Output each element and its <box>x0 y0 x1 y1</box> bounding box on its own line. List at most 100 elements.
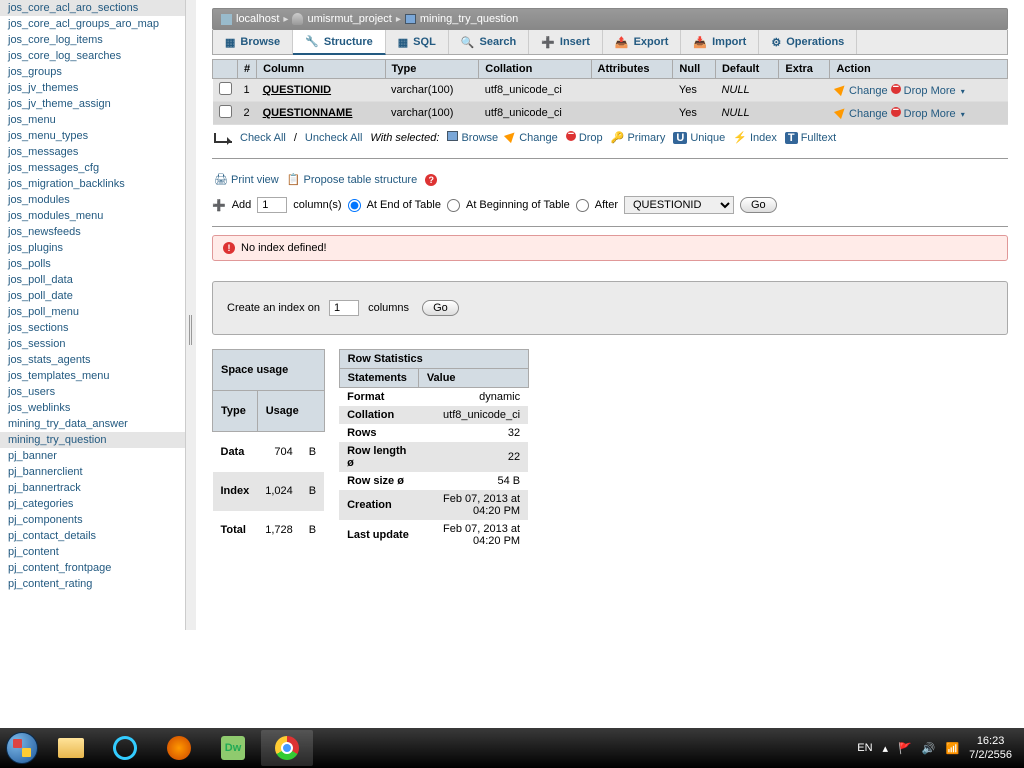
dreamweaver-taskbar-button[interactable]: Dw <box>207 730 259 766</box>
sidebar-item[interactable]: jos_core_log_searches <box>0 48 185 64</box>
volume-icon[interactable]: 🔊 <box>922 742 936 755</box>
sidebar-item[interactable]: pj_content_frontpage <box>0 560 185 576</box>
sidebar-item[interactable]: pj_bannerclient <box>0 464 185 480</box>
chrome-taskbar-button[interactable] <box>261 730 313 766</box>
tray-chevron-icon[interactable]: ▴ <box>883 742 889 755</box>
sidebar-item[interactable]: jos_jv_themes <box>0 80 185 96</box>
sidebar-item[interactable]: pj_categories <box>0 496 185 512</box>
more-link[interactable]: More <box>931 85 965 97</box>
more-link[interactable]: More <box>931 108 965 120</box>
sidebar-item[interactable]: jos_newsfeeds <box>0 224 185 240</box>
sidebar-item[interactable]: jos_migration_backlinks <box>0 176 185 192</box>
sidebar-item[interactable]: jos_poll_menu <box>0 304 185 320</box>
at-end-radio[interactable] <box>348 199 361 212</box>
sidebar-item[interactable]: pj_bannertrack <box>0 480 185 496</box>
tab-export[interactable]: 📤Export <box>603 30 682 54</box>
network-icon[interactable]: 📶 <box>945 742 959 755</box>
tab-browse[interactable]: ▦Browse <box>213 30 293 54</box>
sidebar-item[interactable]: jos_jv_theme_assign <box>0 96 185 112</box>
system-tray[interactable]: EN ▴ 🚩 🔊 📶 16:237/2/2556 <box>857 734 1024 763</box>
sidebar-item[interactable]: jos_modules <box>0 192 185 208</box>
tab-operations[interactable]: ⚙Operations <box>759 30 857 54</box>
language-indicator[interactable]: EN <box>857 742 872 754</box>
tab-insert[interactable]: ➕Insert <box>529 30 603 54</box>
sidebar-item[interactable]: jos_poll_data <box>0 272 185 288</box>
bulk-primary[interactable]: 🔑 Primary <box>611 131 666 144</box>
sidebar[interactable]: jos_core_acl_aro_sectionsjos_core_acl_gr… <box>0 0 186 630</box>
add-count-input[interactable] <box>257 197 287 213</box>
at-beginning-radio[interactable] <box>447 199 460 212</box>
sidebar-item[interactable]: jos_messages <box>0 144 185 160</box>
sidebar-item[interactable]: jos_core_acl_groups_aro_map <box>0 16 185 32</box>
sidebar-item[interactable]: jos_menu_types <box>0 128 185 144</box>
col-name-header[interactable]: Column <box>257 60 385 79</box>
sidebar-item[interactable]: jos_sections <box>0 320 185 336</box>
col-extra-header[interactable]: Extra <box>779 60 830 79</box>
sidebar-item[interactable]: jos_plugins <box>0 240 185 256</box>
after-radio[interactable] <box>576 199 589 212</box>
index-columns-input[interactable] <box>329 300 359 316</box>
sidebar-item[interactable]: jos_groups <box>0 64 185 80</box>
bulk-change[interactable]: Change <box>506 131 558 144</box>
tab-sql[interactable]: ▦SQL <box>386 30 449 54</box>
change-link[interactable]: Change <box>836 85 888 97</box>
ie-taskbar-button[interactable] <box>99 730 151 766</box>
breadcrumb-db[interactable]: umisrmut_project <box>292 13 391 25</box>
sidebar-item[interactable]: jos_core_acl_aro_sections <box>0 0 185 16</box>
row-checkbox[interactable] <box>219 105 232 118</box>
bulk-drop[interactable]: Drop <box>566 131 603 144</box>
print-view-link[interactable]: 🖨 Print view <box>214 173 279 186</box>
explorer-taskbar-button[interactable] <box>45 730 97 766</box>
sidebar-item[interactable]: jos_messages_cfg <box>0 160 185 176</box>
sidebar-item[interactable]: jos_poll_date <box>0 288 185 304</box>
sidebar-item[interactable]: pj_components <box>0 512 185 528</box>
drop-link[interactable]: Drop <box>891 108 928 120</box>
firefox-taskbar-button[interactable] <box>153 730 205 766</box>
sidebar-item[interactable]: jos_users <box>0 384 185 400</box>
clock[interactable]: 16:237/2/2556 <box>969 734 1012 763</box>
bulk-browse[interactable]: Browse <box>447 131 498 144</box>
col-attr-header[interactable]: Attributes <box>591 60 673 79</box>
col-null-header[interactable]: Null <box>673 60 716 79</box>
check-all-link[interactable]: Check All <box>240 132 286 144</box>
col-collation-header[interactable]: Collation <box>479 60 591 79</box>
breadcrumb-host[interactable]: localhost <box>221 13 279 25</box>
sidebar-item[interactable]: mining_try_question <box>0 432 185 448</box>
sidebar-item[interactable]: jos_core_log_items <box>0 32 185 48</box>
column-name[interactable]: QUESTIONNAME <box>263 107 353 119</box>
tab-search[interactable]: 🔍Search <box>449 30 529 54</box>
add-go-button[interactable]: Go <box>740 197 777 213</box>
bulk-fulltext[interactable]: T Fulltext <box>785 132 836 144</box>
after-column-select[interactable]: QUESTIONID <box>624 196 734 214</box>
drop-link[interactable]: Drop <box>891 85 928 97</box>
info-icon[interactable]: ? <box>425 174 437 186</box>
sidebar-item[interactable]: mining_try_data_answer <box>0 416 185 432</box>
uncheck-all-link[interactable]: Uncheck All <box>305 132 362 144</box>
change-link[interactable]: Change <box>836 108 888 120</box>
sidebar-item[interactable]: jos_polls <box>0 256 185 272</box>
sidebar-item[interactable]: jos_stats_agents <box>0 352 185 368</box>
sidebar-item[interactable]: pj_banner <box>0 448 185 464</box>
sidebar-item[interactable]: pj_contact_details <box>0 528 185 544</box>
bulk-unique[interactable]: U Unique <box>673 132 725 144</box>
sidebar-item[interactable]: jos_menu <box>0 112 185 128</box>
col-num-header[interactable]: # <box>238 60 257 79</box>
tab-import[interactable]: 📥Import <box>681 30 759 54</box>
index-go-button[interactable]: Go <box>422 300 459 316</box>
start-button[interactable] <box>0 728 44 768</box>
propose-structure-link[interactable]: 📋 Propose table structure <box>287 173 418 186</box>
column-name[interactable]: QUESTIONID <box>263 84 331 96</box>
sidebar-item[interactable]: jos_templates_menu <box>0 368 185 384</box>
sidebar-item[interactable]: jos_weblinks <box>0 400 185 416</box>
taskbar[interactable]: Dw EN ▴ 🚩 🔊 📶 16:237/2/2556 <box>0 728 1024 768</box>
col-default-header[interactable]: Default <box>715 60 778 79</box>
breadcrumb-table[interactable]: mining_try_question <box>405 13 518 25</box>
sidebar-resizer[interactable] <box>186 0 196 630</box>
sidebar-item[interactable]: pj_content_rating <box>0 576 185 592</box>
row-checkbox[interactable] <box>219 82 232 95</box>
sidebar-item[interactable]: jos_session <box>0 336 185 352</box>
flag-icon[interactable]: 🚩 <box>898 742 912 755</box>
sidebar-item[interactable]: pj_content <box>0 544 185 560</box>
tab-structure[interactable]: 🔧Structure <box>293 30 386 55</box>
sidebar-item[interactable]: jos_modules_menu <box>0 208 185 224</box>
